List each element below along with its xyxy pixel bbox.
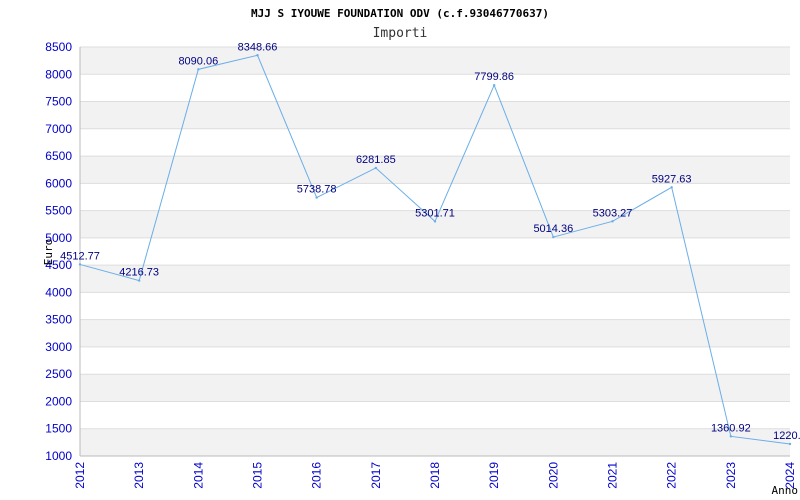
data-point [256,54,259,57]
x-tick-label: 2021 [606,462,620,489]
data-label: 5927.63 [652,173,692,185]
y-tick-label: 4000 [45,285,72,299]
x-axis-label: Anno [772,484,799,497]
chart-title: MJJ S IYOUWE FOUNDATION ODV (c.f.9304677… [251,7,549,20]
line-chart: MJJ S IYOUWE FOUNDATION ODV (c.f.9304677… [42,7,800,497]
grid-band [80,319,790,347]
x-tick-label: 2013 [132,462,146,489]
data-point [433,220,437,223]
data-label: 5738.78 [297,184,337,196]
data-point [788,442,792,446]
x-tick-label: 2015 [251,462,265,489]
x-tick-label: 2022 [665,462,679,489]
x-tick-label: 2016 [310,462,324,489]
data-label: 1220.1 [773,430,800,442]
x-tick-label: 2019 [487,462,501,489]
data-point [670,186,673,189]
data-label: 7799.86 [474,71,514,83]
y-tick-label: 2500 [45,367,72,381]
grid-band [80,101,790,129]
y-tick-label: 8500 [45,40,72,54]
data-point [197,68,200,71]
y-tick-label: 2000 [45,394,72,408]
data-label: 4512.77 [60,250,100,262]
data-label: 5303.27 [593,207,633,219]
grid-band [80,265,790,293]
data-point [611,220,614,223]
x-tick-label: 2018 [428,462,442,489]
y-tick-label: 1500 [45,422,72,436]
x-tick-label: 2023 [724,462,738,489]
data-point [137,279,141,282]
x-tick-label: 2014 [191,462,205,489]
data-label: 1360.92 [711,422,751,434]
x-tick-label: 2017 [369,462,383,489]
data-point [492,83,496,87]
y-axis-label: Euro [42,239,55,266]
data-point [374,166,378,170]
y-tick-label: 6500 [45,149,72,163]
data-label: 8348.66 [238,41,278,53]
data-label: 6281.85 [356,154,396,166]
grid-band [80,374,790,402]
y-tick-label: 7000 [45,122,72,136]
y-tick-label: 7500 [45,95,72,109]
data-point [315,196,318,199]
x-axis-ticks: 2012 2013 2014 2015 2016 2017 2018 2019 2020 2021… [73,462,797,489]
data-point [552,235,555,239]
data-label: 5301.71 [415,207,455,219]
data-label: 8090.06 [178,55,218,67]
data-label: 4216.73 [119,267,159,279]
grid-band [80,428,790,456]
y-tick-label: 8000 [45,67,72,81]
y-tick-label: 3000 [45,340,72,354]
y-tick-label: 6000 [45,176,72,190]
chart-subtitle: Importi [373,26,428,41]
y-tick-label: 3500 [45,313,72,327]
data-label: 5014.36 [533,223,573,235]
data-point [78,263,82,266]
y-tick-label: 1000 [45,449,72,463]
x-tick-label: 2012 [73,462,87,489]
y-tick-label: 5500 [45,204,72,218]
x-tick-label: 2020 [546,462,560,489]
background-bands [80,47,790,456]
data-point [729,435,733,438]
